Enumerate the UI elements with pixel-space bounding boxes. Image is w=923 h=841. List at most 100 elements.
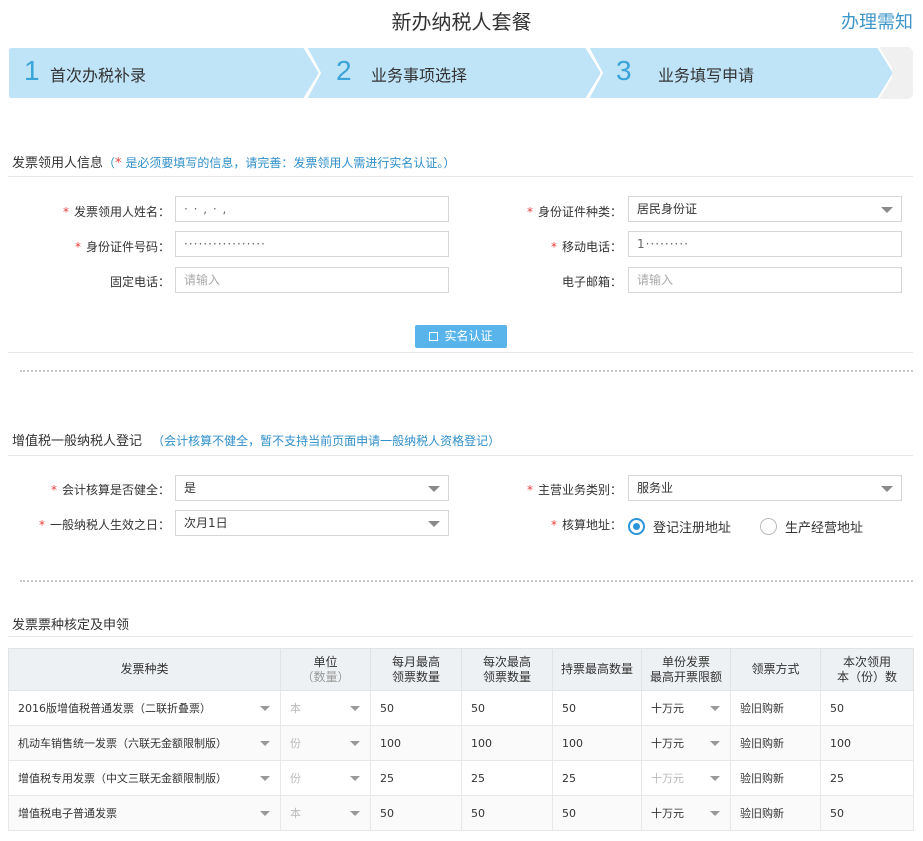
- step-3-number: 3: [616, 55, 632, 86]
- chevron-down-icon: [260, 811, 270, 816]
- hold-cell: 100: [552, 725, 642, 761]
- divider: [8, 352, 913, 353]
- current-count-input[interactable]: 50: [820, 795, 914, 831]
- business-label: * 主营业务类别：: [526, 483, 622, 497]
- divider: [8, 455, 913, 456]
- invoice-type-select[interactable]: 2016版增值税普通发票（二联折叠票）: [8, 690, 281, 726]
- name-field[interactable]: · · , · ,: [175, 196, 449, 222]
- each-cell: 25: [461, 760, 553, 796]
- chevron-down-icon: [260, 706, 270, 711]
- hold-cell: 50: [552, 690, 642, 726]
- vat-section-title: 增值税一般纳税人登记 （会计核算不健全，暂不支持当前页面申请一般纳税人资格登记）: [12, 430, 500, 449]
- chevron-down-icon: [350, 741, 360, 746]
- col-header-unit: 单位 （数量）: [280, 648, 371, 691]
- col-header-limit: 单份发票 最高开票限额: [641, 648, 731, 691]
- limit-select[interactable]: 十万元: [641, 690, 731, 726]
- current-count-input[interactable]: 25: [820, 760, 914, 796]
- table-row: 增值税专用发票（中文三联无金额限制版） 份 25 25 25 十万元 验旧购新 …: [8, 760, 914, 796]
- step-bar: 1 首次办税补录 2 业务事项选择 3 业务填写申请: [8, 47, 913, 99]
- email-field[interactable]: 请输入: [628, 267, 902, 293]
- current-count-input[interactable]: 50: [820, 690, 914, 726]
- table-row: 增值税电子普通发票 本 50 50 50 十万元 验旧购新 50: [8, 795, 914, 831]
- chevron-down-icon: [710, 706, 720, 711]
- invoice-user-note: 是必须要填写的信息，请完善：发票领用人需进行实名认证。）: [121, 156, 456, 170]
- radio-selected-icon: [628, 518, 645, 535]
- dotted-divider: [20, 370, 913, 372]
- each-cell: 100: [461, 725, 553, 761]
- current-count-input[interactable]: 100: [820, 725, 914, 761]
- step-1: 1 首次办税补录: [8, 47, 318, 99]
- notice-link[interactable]: 办理需知: [841, 8, 913, 34]
- chevron-down-icon: [710, 776, 720, 781]
- verify-button[interactable]: 实名认证: [415, 325, 507, 348]
- radio-empty-icon: [760, 518, 777, 535]
- chevron-down-icon: [260, 776, 270, 781]
- mobile-label: * 移动电话：: [550, 240, 622, 254]
- col-header-method: 领票方式: [730, 648, 821, 691]
- vat-title: 增值税一般纳税人登记: [12, 434, 143, 449]
- dotted-divider: [20, 580, 913, 582]
- invoice-user-section-title: 发票领用人信息（* 是必须要填写的信息，请完善：发票领用人需进行实名认证。）: [12, 152, 455, 171]
- chevron-down-icon: [428, 486, 440, 492]
- each-cell: 50: [461, 690, 553, 726]
- chevron-down-icon: [260, 741, 270, 746]
- limit-select[interactable]: 十万元: [641, 795, 731, 831]
- step-1-label: 首次办税补录: [50, 66, 147, 85]
- unit-select[interactable]: 份: [280, 760, 371, 796]
- radio-business-address[interactable]: 生产经营地址: [760, 517, 863, 536]
- hold-cell: 50: [552, 795, 642, 831]
- method-cell: 验旧购新: [730, 795, 821, 831]
- accounting-select[interactable]: 是: [175, 475, 449, 501]
- id-number-field[interactable]: ·················: [175, 231, 449, 257]
- col-header-each: 每次最高 领票数量: [461, 648, 553, 691]
- invoice-type-select[interactable]: 增值税专用发票（中文三联无金额限制版）: [8, 760, 281, 796]
- radio-registered-address[interactable]: 登记注册地址: [628, 517, 731, 536]
- invoice-types-table: 发票种类 单位 （数量） 每月最高 领票数量 每次最高 领票数量 持票最高数量 单份发…: [8, 648, 914, 831]
- id-number-label: * 身份证件号码：: [74, 240, 170, 254]
- step-2-label: 业务事项选择: [371, 66, 468, 85]
- invoice-type-select[interactable]: 机动车销售统一发票（六联无金额限制版）: [8, 725, 281, 761]
- invoice-type-select[interactable]: 增值税电子普通发票: [8, 795, 281, 831]
- col-header-current: 本次领用 本（份）数: [820, 648, 914, 691]
- limit-select[interactable]: 十万元: [641, 760, 731, 796]
- invoice-user-note-open: （: [103, 156, 116, 170]
- id-card-icon: [429, 332, 439, 341]
- vat-note: （会计核算不健全，暂不支持当前页面申请一般纳税人资格登记）: [152, 434, 501, 448]
- chevron-down-icon: [881, 207, 893, 213]
- each-cell: 50: [461, 795, 553, 831]
- col-header-type: 发票种类: [8, 648, 281, 691]
- chevron-down-icon: [710, 811, 720, 816]
- chevron-down-icon: [350, 776, 360, 781]
- chevron-down-icon: [881, 486, 893, 492]
- method-cell: 验旧购新: [730, 725, 821, 761]
- phone-field[interactable]: 请输入: [175, 267, 449, 293]
- address-label: * 核算地址：: [550, 518, 622, 532]
- col-header-hold: 持票最高数量: [552, 648, 642, 691]
- id-type-label: * 身份证件种类：: [526, 205, 622, 219]
- chevron-down-icon: [428, 521, 440, 527]
- business-select[interactable]: 服务业: [628, 475, 902, 501]
- effective-select[interactable]: 次月1日: [175, 510, 449, 536]
- unit-select[interactable]: 本: [280, 795, 371, 831]
- name-label: * 发票领用人姓名：: [62, 205, 170, 219]
- id-type-select[interactable]: 居民身份证: [628, 196, 902, 222]
- step-2-number: 2: [336, 55, 352, 86]
- invoice-types-title: 发票票种核定及申领: [12, 618, 130, 633]
- table-row: 机动车销售统一发票（六联无金额限制版） 份 100 100 100 十万元 验旧…: [8, 725, 914, 761]
- col-header-monthly: 每月最高 领票数量: [370, 648, 462, 691]
- unit-select[interactable]: 份: [280, 725, 371, 761]
- chevron-down-icon: [350, 811, 360, 816]
- mobile-field[interactable]: 1·········: [628, 231, 902, 257]
- invoice-user-title: 发票领用人信息: [12, 156, 104, 171]
- page-title: 新办纳税人套餐: [391, 10, 532, 34]
- method-cell: 验旧购新: [730, 690, 821, 726]
- monthly-cell: 25: [370, 760, 462, 796]
- accounting-label: * 会计核算是否健全：: [50, 483, 170, 497]
- limit-select[interactable]: 十万元: [641, 725, 731, 761]
- table-row: 2016版增值税普通发票（二联折叠票） 本 50 50 50 十万元 验旧购新 …: [8, 690, 914, 726]
- step-3-label: 业务填写申请: [658, 66, 755, 85]
- step-1-number: 1: [24, 55, 40, 86]
- effective-label: * 一般纳税人生效之日：: [38, 518, 170, 532]
- phone-label: 固定电话：: [109, 275, 170, 289]
- unit-select[interactable]: 本: [280, 690, 371, 726]
